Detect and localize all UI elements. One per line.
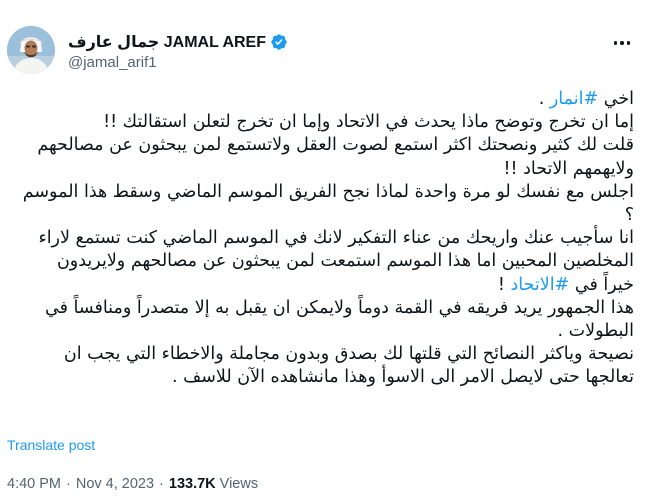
- more-dots-icon: [613, 41, 618, 45]
- meta-separator: ·: [159, 476, 164, 492]
- author-display-name[interactable]: جمال عارف JAMAL AREF: [68, 32, 266, 52]
- tweet-line: ؟: [624, 205, 634, 226]
- tweet-line: هذا الجمهور يريد فريقه في القمة دوماً ول…: [45, 297, 634, 318]
- tweet-line: اجلس مع نفسك لو مرة واحدة لماذا نجح الفر…: [22, 181, 634, 202]
- views-count: 133.7K: [168, 476, 216, 492]
- tweet-text: اخي #انمار . إما ان تخرج وتوضح ماذا يحدث…: [0, 88, 634, 390]
- tweet-line: نصيحة وياكثر النصائح التي قلتها لك بصدق …: [63, 344, 634, 365]
- author-name-row[interactable]: جمال عارف JAMAL AREF: [68, 31, 288, 53]
- tweet-line: ولايهمهم الاتحاد !!: [503, 158, 635, 179]
- views-label: Views: [219, 476, 259, 492]
- avatar-image: [7, 26, 55, 74]
- tweet-line: إما ان تخرج وتوضح ماذا يحدث في الاتحاد و…: [103, 112, 634, 133]
- post-date[interactable]: Nov 4, 2023: [76, 476, 154, 492]
- hashtag-link[interactable]: #الاتحاد: [510, 275, 569, 295]
- verified-badge-icon: [271, 34, 287, 50]
- tweet-line: خيراً في #الاتحاد !: [497, 274, 634, 295]
- translate-post-link[interactable]: Translate post: [7, 437, 95, 453]
- meta-separator: ·: [66, 476, 71, 492]
- tweet-meta: 4:40 PM · Nov 4, 2023 · 133.7K Views: [7, 476, 258, 492]
- hashtag-link[interactable]: #انمار: [550, 89, 598, 109]
- author-handle[interactable]: @jamal_arif1: [68, 54, 157, 71]
- post-time[interactable]: 4:40 PM: [7, 476, 61, 492]
- avatar[interactable]: [7, 26, 55, 74]
- tweet-line: البطولات .: [557, 321, 634, 342]
- tweet-line: تعالجها حتى لايصل الامر الى الاسوأ وهذا …: [172, 367, 634, 388]
- tweet-line: اخي #انمار .: [538, 89, 634, 109]
- tweet-header: جمال عارف JAMAL AREF @jamal_arif1: [0, 0, 652, 80]
- tweet-line: انا سأجيب عنك واريحك من عناء التفكير لان…: [38, 228, 634, 249]
- tweet-line: المخلصين المحبين اما هذا الموسم استمعت ل…: [56, 251, 634, 272]
- tweet-line: قلت لك كثير ونصحتك اكثر استمع لصوت العقل…: [37, 135, 634, 156]
- more-options-button[interactable]: [610, 34, 634, 52]
